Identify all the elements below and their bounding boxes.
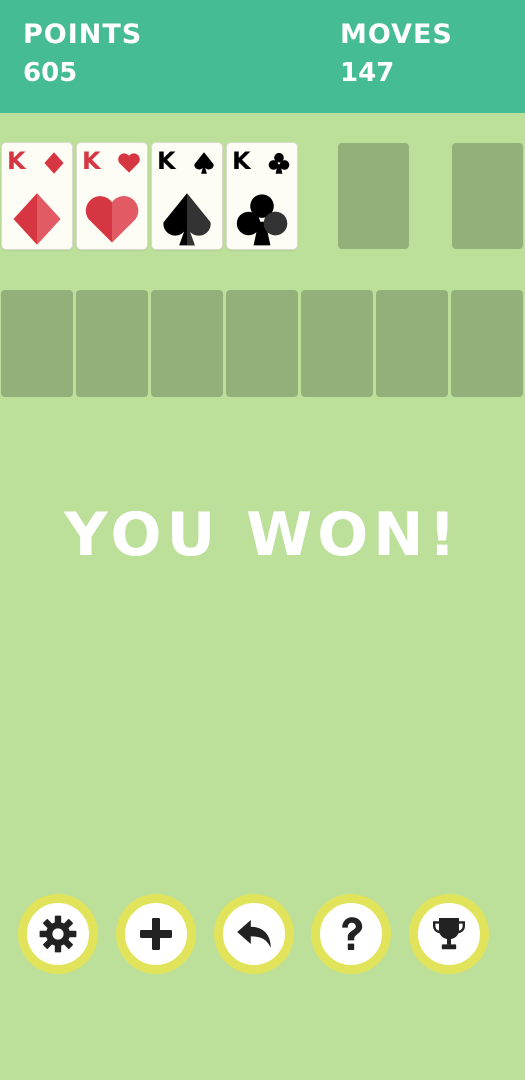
card-rank: K bbox=[232, 147, 251, 175]
foundation-card-king-clubs[interactable]: K bbox=[227, 143, 297, 249]
heart-icon bbox=[85, 196, 139, 243]
tableau-slot-5[interactable] bbox=[301, 290, 373, 397]
card-rank: K bbox=[7, 147, 26, 175]
settings-button[interactable] bbox=[18, 894, 98, 974]
undo-button[interactable] bbox=[214, 894, 294, 974]
points-label: POINTS bbox=[23, 19, 143, 50]
foundation-card-king-hearts[interactable]: K bbox=[77, 143, 147, 249]
trophy-icon bbox=[433, 918, 465, 950]
help-icon bbox=[342, 917, 363, 950]
tableau-slot-2[interactable] bbox=[76, 290, 148, 397]
diamond-icon bbox=[44, 152, 64, 174]
leaderboard-button[interactable] bbox=[409, 894, 489, 974]
spade-icon bbox=[194, 152, 214, 174]
moves-stat: MOVES 147 bbox=[340, 18, 453, 90]
points-stat: POINTS 605 bbox=[23, 18, 142, 90]
heart-icon bbox=[118, 153, 140, 173]
club-icon bbox=[268, 152, 290, 174]
tableau-slot-6[interactable] bbox=[376, 290, 448, 397]
help-button[interactable] bbox=[311, 894, 391, 974]
waste-slot[interactable] bbox=[338, 143, 409, 249]
win-message: YOU WON! bbox=[64, 500, 461, 570]
score-header: POINTS 605 MOVES 147 bbox=[0, 0, 525, 113]
new-game-button[interactable] bbox=[116, 894, 196, 974]
moves-value: 147 bbox=[340, 58, 395, 88]
diamond-icon bbox=[13, 193, 61, 245]
gear-icon bbox=[39, 915, 77, 953]
card-rank: K bbox=[157, 147, 176, 175]
tableau-slot-4[interactable] bbox=[226, 290, 298, 397]
tableau-slot-1[interactable] bbox=[1, 290, 73, 397]
tableau-slot-7[interactable] bbox=[451, 290, 523, 397]
spade-icon bbox=[163, 193, 211, 246]
card-rank: K bbox=[82, 147, 101, 175]
foundation-card-king-diamonds[interactable]: K bbox=[2, 143, 72, 249]
points-value: 605 bbox=[23, 58, 78, 88]
plus-icon bbox=[140, 918, 172, 950]
moves-label: MOVES bbox=[340, 19, 453, 50]
stock-slot[interactable] bbox=[452, 143, 523, 249]
club-icon bbox=[236, 194, 288, 246]
undo-icon bbox=[237, 920, 271, 948]
tableau-slot-3[interactable] bbox=[151, 290, 223, 397]
foundation-card-king-spades[interactable]: K bbox=[152, 143, 222, 249]
